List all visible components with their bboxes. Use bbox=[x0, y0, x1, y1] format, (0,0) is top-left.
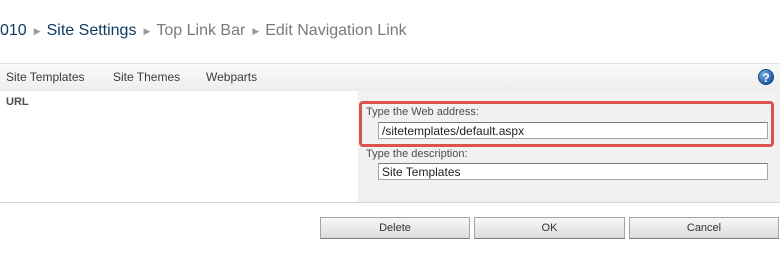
breadcrumb: 010 ▶ Site Settings ▶ Top Link Bar ▶ Edi… bbox=[0, 19, 407, 43]
highlight-annotation bbox=[359, 101, 774, 147]
nav-item-site-templates[interactable]: Site Templates bbox=[6, 70, 85, 84]
url-label: URL bbox=[6, 96, 29, 108]
form-divider bbox=[0, 202, 780, 203]
breadcrumb-top-link-bar[interactable]: Top Link Bar bbox=[156, 22, 245, 40]
breadcrumb-separator-icon: ▶ bbox=[252, 25, 260, 36]
breadcrumb-root[interactable]: 010 bbox=[0, 22, 27, 40]
nav-item-webparts[interactable]: Webparts bbox=[206, 70, 257, 84]
nav-item-site-themes[interactable]: Site Themes bbox=[113, 70, 180, 84]
page-title: Edit Navigation Link bbox=[265, 22, 407, 39]
breadcrumb-site-settings[interactable]: Site Settings bbox=[47, 22, 137, 40]
description-label: Type the description: bbox=[366, 148, 468, 160]
delete-button[interactable]: Delete bbox=[320, 217, 470, 239]
help-icon[interactable]: ? bbox=[758, 69, 774, 85]
cancel-button[interactable]: Cancel bbox=[629, 217, 779, 239]
ok-button[interactable]: OK bbox=[474, 217, 625, 239]
label-column: URL bbox=[0, 91, 358, 203]
description-input[interactable] bbox=[378, 163, 768, 180]
breadcrumb-separator-icon: ▶ bbox=[143, 25, 151, 36]
top-nav-bar: Site Templates Site Themes Webparts ? bbox=[0, 63, 780, 92]
breadcrumb-separator-icon: ▶ bbox=[33, 25, 41, 36]
title-area: 010 ▶ Site Settings ▶ Top Link Bar ▶ Edi… bbox=[0, 0, 780, 58]
